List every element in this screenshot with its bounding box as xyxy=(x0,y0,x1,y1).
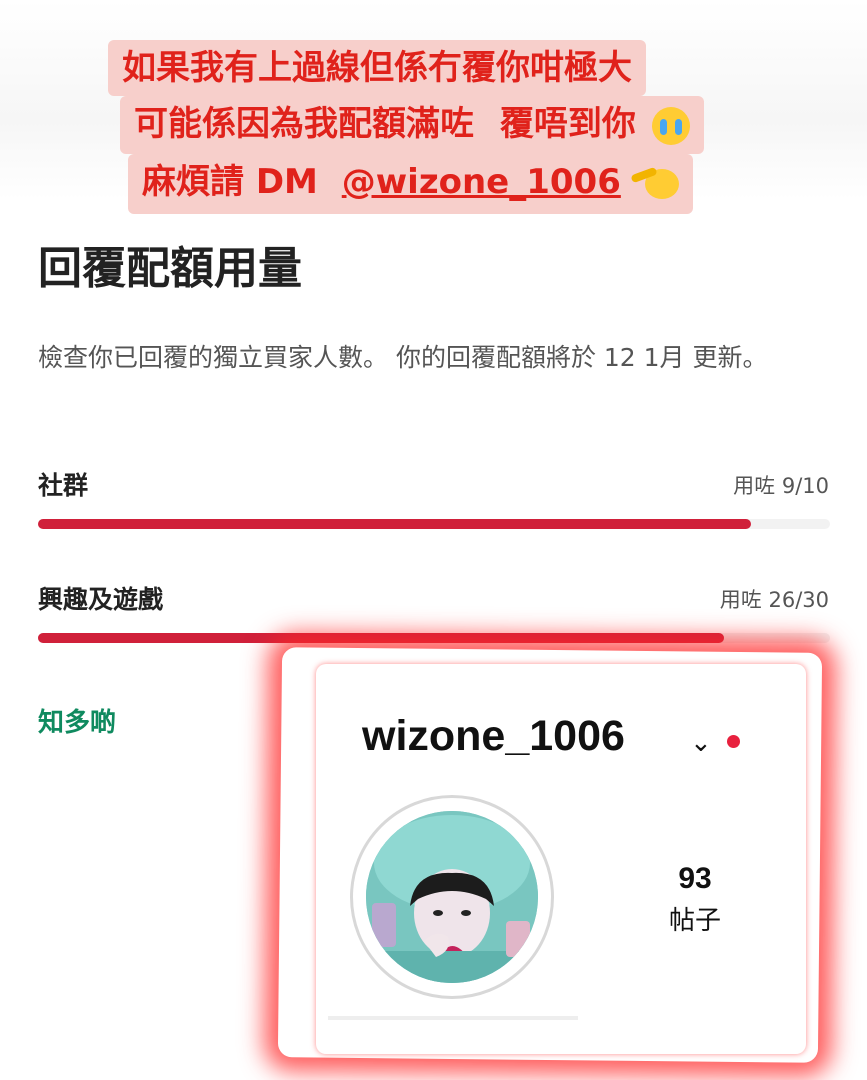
banner-line-2-extra: 覆唔到你 xyxy=(499,104,636,144)
category-label-community: 社群 xyxy=(38,471,89,500)
progress-fill-interests-games xyxy=(38,633,725,643)
posts-label[interactable]: 帖子 xyxy=(640,900,750,937)
banner-line-3-prefix: 麻煩請 DM xyxy=(142,162,318,202)
banner-line-2: 可能係因為我配額滿咗 覆唔到你 xyxy=(120,96,704,154)
banner-handle-link[interactable]: @wizone_1006 xyxy=(342,162,621,202)
chevron-down-icon[interactable]: ⌄ xyxy=(690,728,712,758)
avatar[interactable] xyxy=(366,811,538,983)
category-label-interests-games: 興趣及遊戲 xyxy=(38,585,164,614)
banner-line-2-text: 可能係因為我配額滿咗 xyxy=(134,104,474,144)
banner-line-3: 麻煩請 DM @wizone_1006 xyxy=(128,154,693,214)
page-title: 回覆配額用量 xyxy=(38,243,302,294)
profile-username[interactable]: wizone_1006 xyxy=(362,712,625,761)
banner-line-1: 如果我有上過線但係冇覆你咁極大 xyxy=(108,40,646,96)
learn-more-link[interactable]: 知多啲 xyxy=(38,702,116,739)
posts-count[interactable]: 93 xyxy=(640,862,750,896)
category-usage-community: 用咗 9/10 xyxy=(733,474,829,498)
progress-fill-community xyxy=(38,519,751,529)
notification-dot-icon xyxy=(727,735,740,748)
progress-track-interests-games xyxy=(38,633,830,643)
category-usage-interests-games: 用咗 26/30 xyxy=(719,588,829,612)
progress-track-community xyxy=(38,519,830,529)
crying-face-icon xyxy=(651,106,690,145)
card-divider xyxy=(328,1016,578,1020)
saluting-face-icon xyxy=(644,168,679,199)
quota-description: 檢查你已回覆的獨立買家人數。 你的回覆配額將於 12 1月 更新。 xyxy=(38,343,768,372)
avatar-image xyxy=(366,811,538,983)
banner-line-1-text: 如果我有上過線但係冇覆你咁極大 xyxy=(122,48,632,88)
